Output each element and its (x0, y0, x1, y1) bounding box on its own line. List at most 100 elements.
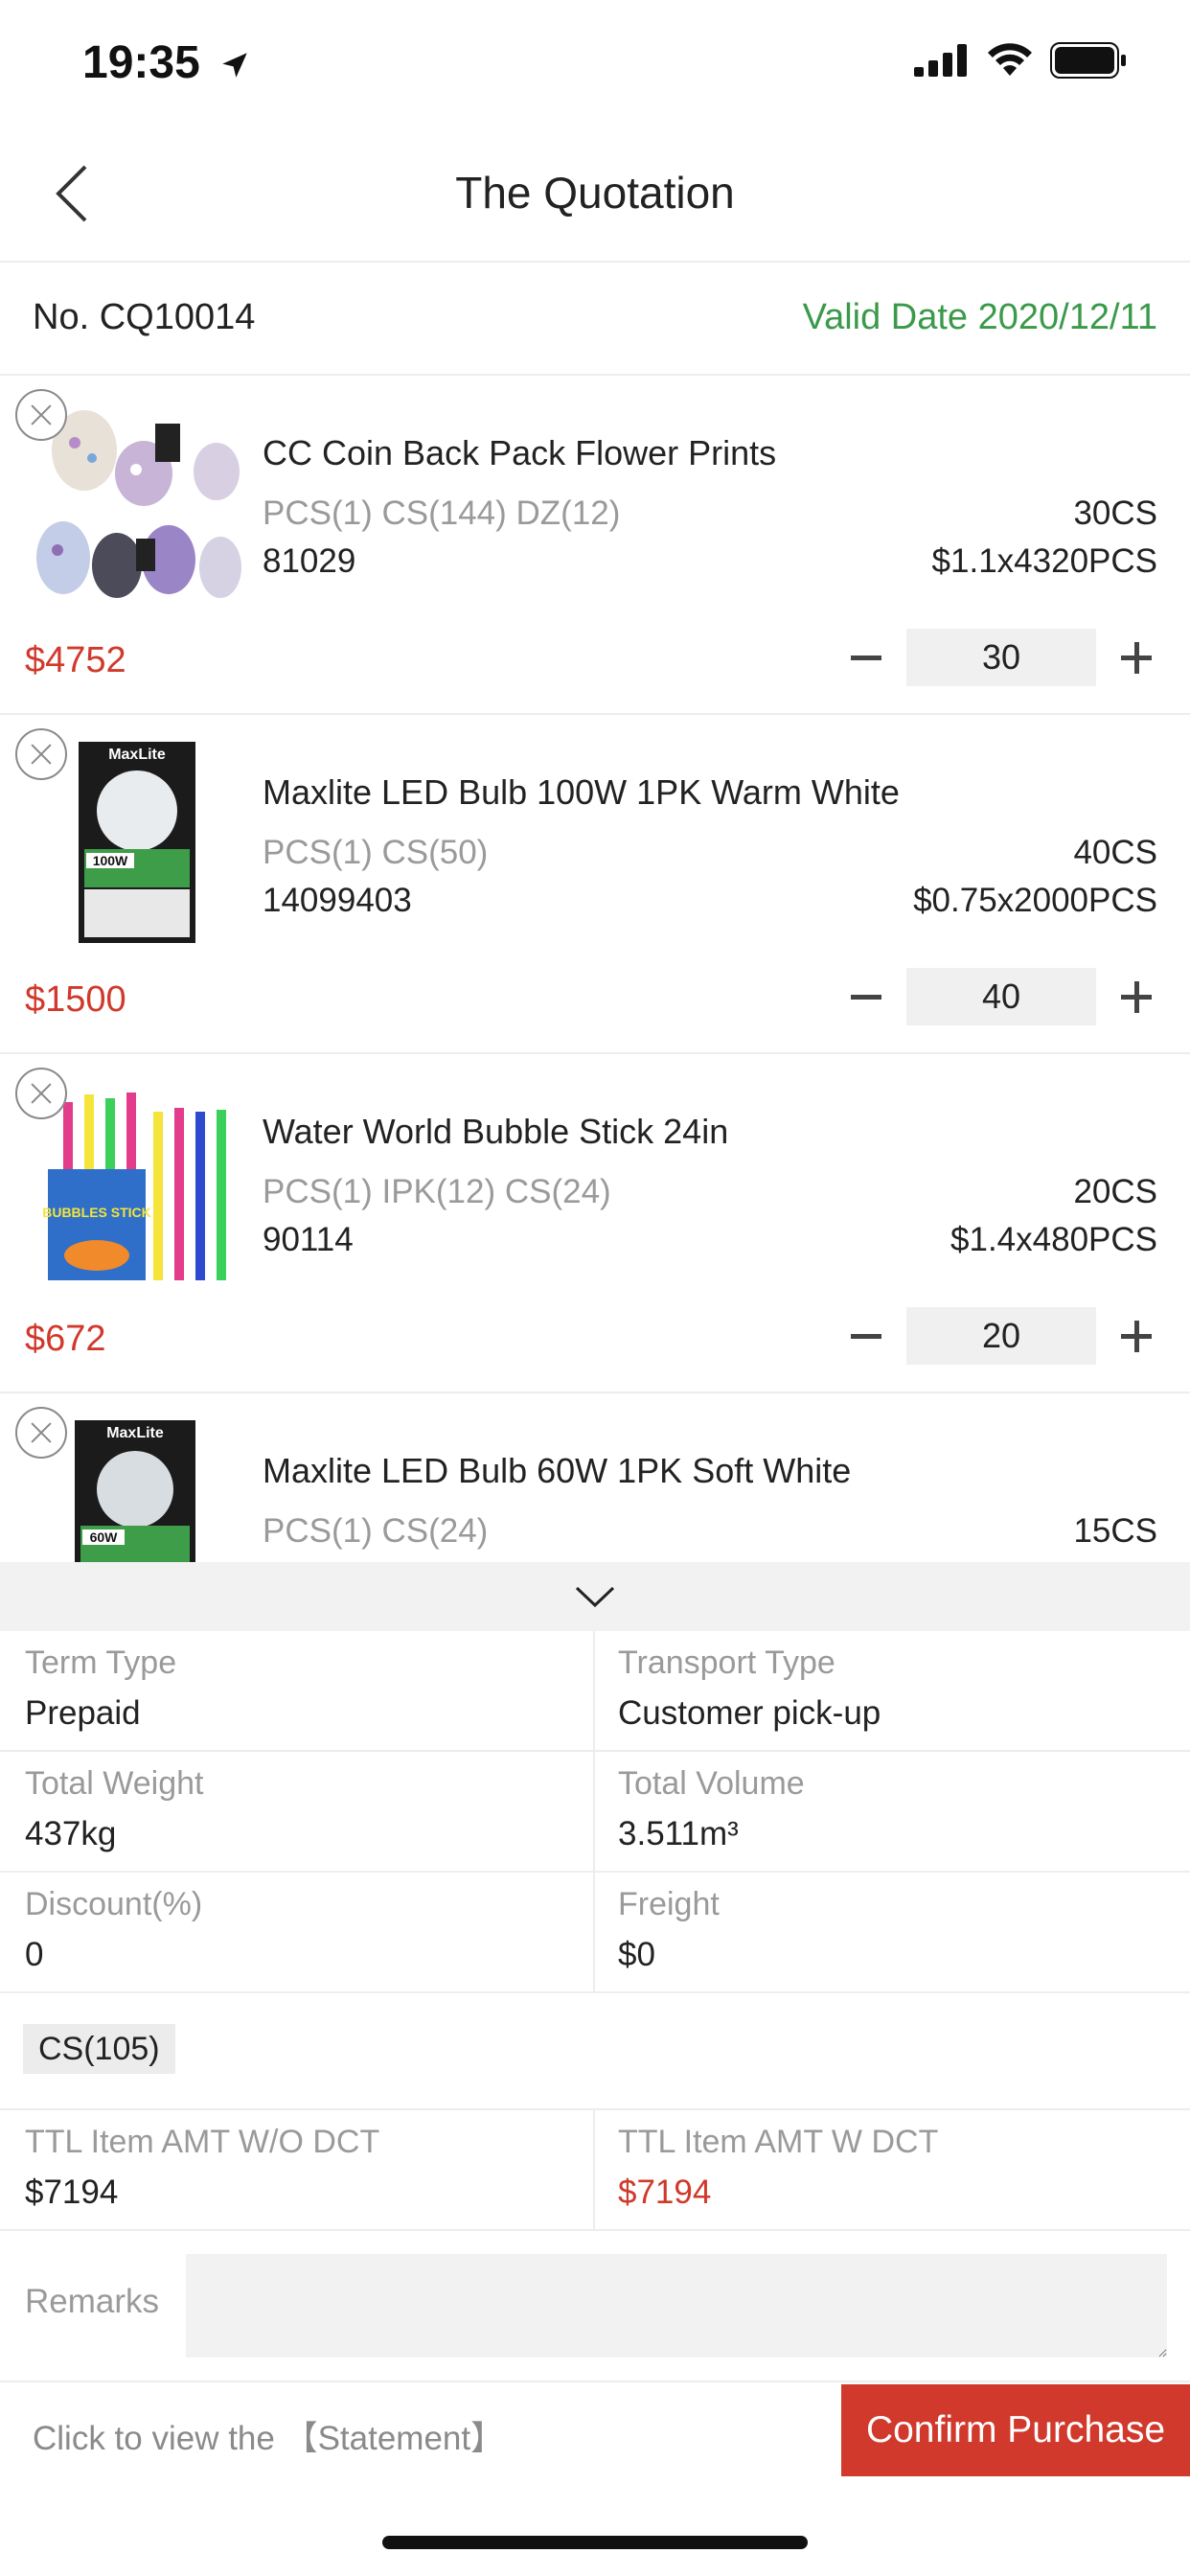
term-type-label: Term Type (25, 1644, 177, 1681)
total-volume-value: 3.511m³ (618, 1815, 739, 1852)
item-qty: 15CS (1073, 1512, 1157, 1550)
item-code: 81029 (263, 542, 356, 580)
transport-type-label: Transport Type (618, 1644, 835, 1681)
unit-summary-row: CS(105) (0, 1993, 1190, 2110)
item-price-calc: $1.1x4320PCS (931, 542, 1157, 580)
remarks-input[interactable] (186, 2254, 1167, 2358)
quantity-input[interactable]: 20 (906, 1307, 1096, 1365)
quote-number: No. CQ10014 (33, 297, 256, 337)
wattage-label: 100W (93, 853, 128, 868)
freight-label: Freight (618, 1886, 720, 1922)
detail-row-discount: Discount(%) 0 Freight $0 (0, 1873, 1190, 1993)
chevron-down-icon (575, 1586, 615, 1608)
item-qty: 20CS (1073, 1173, 1157, 1210)
status-icons (914, 42, 1127, 79)
valid-date: Valid Date 2020/12/11 (802, 297, 1157, 337)
nav-bar: The Quotation (0, 128, 1190, 263)
status-time-text: 19:35 (82, 37, 200, 88)
transport-type-value: Customer pick-up (618, 1694, 881, 1732)
term-type-value: Prepaid (25, 1694, 141, 1732)
status-time: 19:35 (82, 36, 251, 89)
quote-header: No. CQ10014 Valid Date 2020/12/11 (0, 263, 1190, 376)
discount-cell[interactable]: Discount(%) 0 (0, 1873, 595, 1991)
quantity-stepper: 30 (839, 629, 1163, 686)
ttl-wo-dct-label: TTL Item AMT W/O DCT (25, 2124, 380, 2160)
status-bar: 19:35 (0, 0, 1190, 128)
item-total: $4752 (25, 640, 126, 680)
remove-item-button[interactable] (15, 1407, 67, 1459)
item-qty: 30CS (1073, 494, 1157, 532)
ttl-w-dct-label: TTL Item AMT W DCT (618, 2124, 939, 2160)
list-item: MaxLite 60W Maxlite LED Bulb 60W 1PK Sof… (0, 1393, 1190, 1562)
item-code: 14099403 (263, 882, 412, 919)
confirm-purchase-button[interactable]: Confirm Purchase (841, 2384, 1190, 2476)
item-code: 90114 (263, 1221, 354, 1258)
item-name: Maxlite LED Bulb 60W 1PK Soft White (263, 1451, 852, 1490)
total-volume-cell: Total Volume 3.511m³ (595, 1752, 1190, 1871)
item-units: PCS(1) IPK(12) CS(24) (263, 1173, 611, 1210)
quantity-input[interactable]: 40 (906, 968, 1096, 1025)
battery-icon (1050, 42, 1126, 79)
freight-value: $0 (618, 1936, 655, 1973)
detail-row-terms: Term Type Prepaid Transport Type Custome… (0, 1631, 1190, 1752)
item-total: $1500 (25, 979, 126, 1020)
list-item: CC Coin Back Pack Flower Prints PCS(1) C… (0, 376, 1190, 715)
collapse-toggle[interactable] (0, 1562, 1190, 1631)
discount-value: 0 (25, 1936, 44, 1973)
order-details: Term Type Prepaid Transport Type Custome… (0, 1631, 1190, 2382)
remove-item-button[interactable] (15, 389, 67, 441)
brand-label: MaxLite (108, 747, 166, 763)
remove-item-button[interactable] (15, 728, 67, 780)
increase-button[interactable] (1110, 629, 1163, 686)
list-item: MaxLite 100W Maxlite LED Bulb 100W 1PK W… (0, 715, 1190, 1054)
increase-button[interactable] (1110, 1307, 1163, 1365)
term-type-cell[interactable]: Term Type Prepaid (0, 1631, 595, 1750)
increase-button[interactable] (1110, 968, 1163, 1025)
item-units: PCS(1) CS(144) DZ(12) (263, 494, 621, 532)
decrease-button[interactable] (839, 629, 893, 686)
item-name: Maxlite LED Bulb 100W 1PK Warm White (263, 772, 900, 812)
item-name: CC Coin Back Pack Flower Prints (263, 433, 777, 472)
cellular-signal-icon (914, 44, 967, 77)
ttl-w-dct-cell: TTL Item AMT W DCT $7194 (595, 2110, 1190, 2229)
total-volume-label: Total Volume (618, 1765, 805, 1802)
item-units: PCS(1) CS(24) (263, 1512, 489, 1550)
transport-type-cell[interactable]: Transport Type Customer pick-up (595, 1631, 1190, 1750)
statement-link[interactable]: Click to view the 【Statement】 (33, 2411, 504, 2460)
item-units: PCS(1) CS(50) (263, 834, 489, 871)
remove-item-button[interactable] (15, 1068, 67, 1119)
freight-cell[interactable]: Freight $0 (595, 1873, 1190, 1991)
location-arrow-icon (222, 53, 247, 79)
item-name: Water World Bubble Stick 24in (263, 1112, 729, 1151)
quantity-stepper: 40 (839, 968, 1163, 1025)
item-qty: 40CS (1073, 834, 1157, 871)
decrease-button[interactable] (839, 968, 893, 1025)
ttl-wo-dct-value: $7194 (25, 2174, 119, 2211)
remarks-row: Remarks (0, 2231, 1190, 2382)
ttl-w-dct-value: $7194 (618, 2174, 712, 2211)
quantity-input[interactable]: 30 (906, 629, 1096, 686)
decrease-button[interactable] (839, 1307, 893, 1365)
home-indicator[interactable] (382, 2536, 808, 2549)
total-weight-label: Total Weight (25, 1765, 204, 1802)
quantity-stepper: 20 (839, 1307, 1163, 1365)
detail-row-amounts: TTL Item AMT W/O DCT $7194 TTL Item AMT … (0, 2110, 1190, 2231)
list-item: BUBBLES STICK Water World Bubble Stick 2… (0, 1054, 1190, 1393)
page-title: The Quotation (455, 168, 735, 218)
item-price-calc: $0.75x2000PCS (913, 882, 1157, 919)
package-label: BUBBLES STICK (42, 1205, 151, 1220)
item-price-calc: $1.4x480PCS (950, 1221, 1157, 1258)
total-weight-value: 437kg (25, 1815, 117, 1852)
total-weight-cell: Total Weight 437kg (0, 1752, 595, 1871)
remarks-label: Remarks (25, 2283, 160, 2320)
footer-bar: Click to view the 【Statement】 Confirm Pu… (0, 2384, 1190, 2476)
ttl-wo-dct-cell: TTL Item AMT W/O DCT $7194 (0, 2110, 595, 2229)
wifi-icon (988, 43, 1032, 76)
wattage-label: 60W (90, 1530, 119, 1545)
brand-label: MaxLite (106, 1425, 164, 1441)
item-total: $672 (25, 1319, 106, 1359)
discount-label: Discount(%) (25, 1886, 203, 1922)
item-list[interactable]: CC Coin Back Pack Flower Prints PCS(1) C… (0, 376, 1190, 1562)
detail-row-totals: Total Weight 437kg Total Volume 3.511m³ (0, 1752, 1190, 1873)
unit-summary-chip: CS(105) (23, 2024, 175, 2074)
